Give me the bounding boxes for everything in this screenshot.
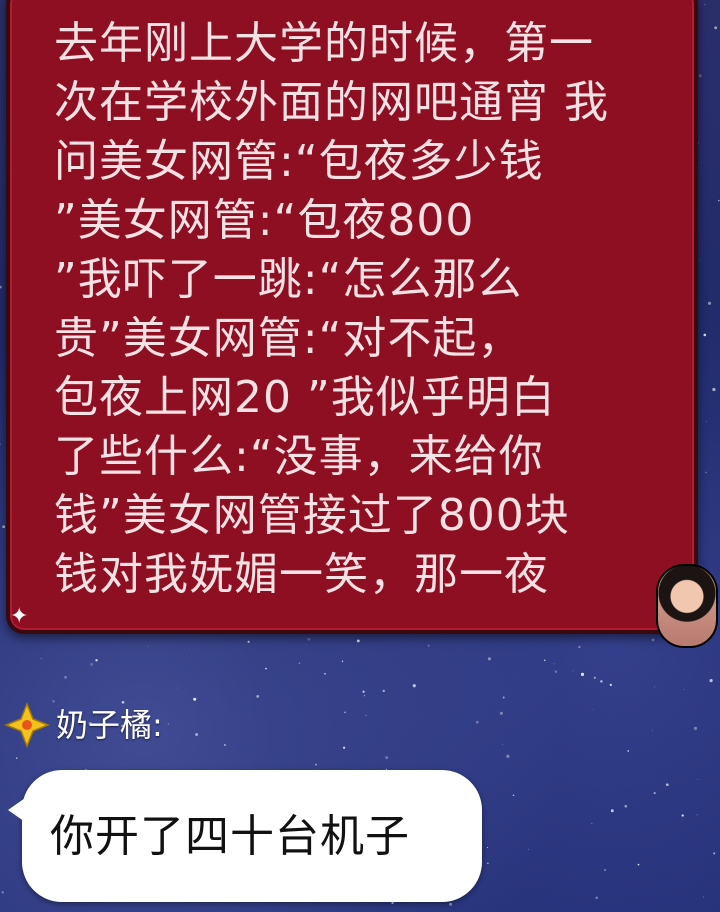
star-dot [592,708,594,710]
star-dot [572,670,574,672]
star-dot [193,697,197,701]
sender-row: 奶子橘: [4,700,163,750]
star-dot [512,794,515,797]
star-dot [315,763,317,766]
star-dot [652,729,653,731]
gold-star-badge-icon [4,702,50,748]
star-dot [0,443,2,446]
star-dot [714,26,718,30]
star-dot [681,814,684,817]
star-dot [707,301,712,305]
star-dot [697,779,699,780]
star-dot [618,735,620,737]
star-dot [527,849,529,851]
star-dot [95,659,98,662]
star-dot [591,822,593,824]
star-dot [709,679,713,683]
star-dot [343,746,346,749]
star-dot [167,723,169,725]
star-dot [600,680,603,683]
star-dot [501,744,503,746]
star-dot [15,757,18,759]
star-dot [704,4,706,6]
star-dot [265,667,267,670]
star-dot [703,333,707,337]
sender-name: 奶子橘: [56,706,163,744]
star-dot [610,809,614,813]
star-dot [553,663,555,665]
star-dot [604,869,606,871]
star-dot [699,299,701,301]
star-dot [412,684,416,688]
star-dot [595,896,599,900]
star-dot [593,676,596,679]
star-dot [362,690,365,693]
star-dot [609,683,612,687]
star-dot [1,891,4,894]
star-dot [696,814,698,816]
star-dot [693,726,698,731]
star-dot [475,720,479,724]
star-dot [40,658,42,660]
star-dot [683,689,685,691]
star-dot [2,525,6,529]
star-dot [363,694,366,697]
star-dot [341,660,344,662]
star-dot [147,645,149,647]
received-message-text: 你开了四十台机子 [50,811,410,862]
star-dot [699,259,701,261]
star-dot [654,686,656,688]
star-dot [506,754,510,758]
star-dot [90,662,94,666]
star-dot [624,804,628,808]
star-dot [177,687,179,689]
star-dot [449,902,453,906]
star-dot [427,644,430,647]
star-dot [64,675,67,679]
star-dot [580,672,585,676]
star-dot [665,783,669,787]
sent-message-bubble[interactable]: 去年刚上大学的时候，第一 次在学校外面的网吧通宵 我 问美女网管:“包夜多少钱 … [6,0,698,634]
star-dot [188,647,190,649]
star-dot [223,744,226,746]
bubble-corner-decoration-icon: ✦ [10,604,29,629]
star-dot [653,792,656,795]
star-dot [356,639,360,643]
star-dot [502,696,505,699]
received-message-bubble[interactable]: 你开了四十台机子 [8,770,482,902]
star-dot [712,387,716,392]
star-dot [651,638,655,642]
star-dot [382,689,385,693]
star-dot [385,756,389,760]
star-dot [578,645,581,649]
star-dot [211,910,213,912]
star-dot [324,673,326,675]
star-dot [486,847,488,849]
star-dot [195,733,199,736]
star-dot [487,657,491,661]
star-dot [298,662,301,665]
star-dot [706,420,707,422]
star-dot [256,694,260,698]
star-dot [554,670,558,673]
star-dot [543,659,546,662]
star-dot [365,714,367,716]
star-dot [702,896,705,898]
girl-avatar-icon[interactable] [656,564,718,648]
star-dot [698,74,702,78]
star-dot [344,711,346,714]
star-dot [637,863,640,866]
sent-message-text: 去年刚上大学的时候，第一 次在学校外面的网吧通宵 我 问美女网管:“包夜多少钱 … [54,18,609,600]
star-dot [627,750,630,752]
star-dot [717,199,720,202]
star-dot [713,852,716,855]
star-dot [701,161,703,163]
star-dot [705,471,707,474]
star-dot [0,285,2,289]
star-dot [307,637,311,641]
star-dot [487,862,489,865]
star-dot [247,640,250,643]
star-dot [499,711,503,715]
